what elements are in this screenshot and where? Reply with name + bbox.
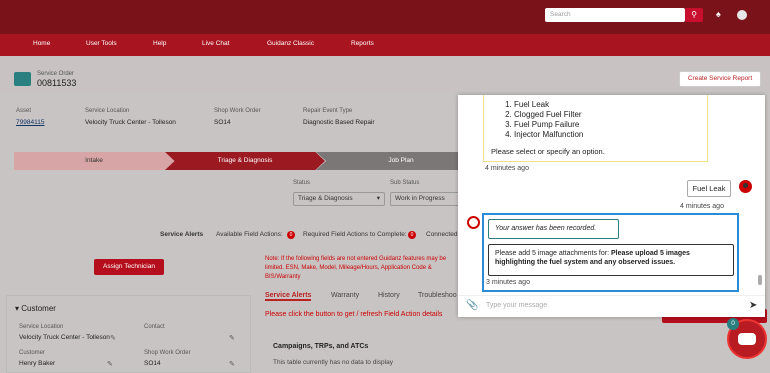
customer-value: Henry Baker bbox=[19, 360, 56, 367]
nav-user-tools[interactable]: User Tools bbox=[86, 40, 117, 47]
sub-status-select[interactable]: Work in Progress bbox=[390, 192, 460, 206]
search-input[interactable]: Search bbox=[545, 8, 685, 22]
nav-live-chat[interactable]: Live Chat bbox=[202, 40, 229, 47]
asset-link[interactable]: 79984115 bbox=[16, 119, 44, 126]
location-value: Velocity Truck Center - Tolleson bbox=[85, 119, 176, 126]
main-nav: Home User Tools Help Live Chat Guidanz C… bbox=[0, 34, 770, 56]
sub-status-label: Sub Status bbox=[390, 180, 420, 186]
options-prompt: Please select or specify an option. bbox=[491, 147, 605, 156]
cust-shop-value: SO14 bbox=[144, 360, 161, 367]
nav-help[interactable]: Help bbox=[153, 40, 166, 47]
chat-badge: 0 bbox=[727, 318, 739, 330]
customer-label: Customer bbox=[19, 350, 46, 356]
assign-technician-button[interactable]: Assign Technician bbox=[94, 259, 164, 275]
timestamp: 4 minutes ago bbox=[485, 165, 529, 172]
available-actions-label: Available Field Actions: bbox=[216, 231, 283, 238]
repair-type-value: Diagnostic Based Repair bbox=[303, 119, 375, 126]
tab-warranty[interactable]: Warranty bbox=[331, 292, 359, 299]
user-message: Fuel Leak bbox=[687, 180, 731, 197]
required-actions-badge: 0 bbox=[408, 231, 416, 239]
chat-window: Fuel Leak Clogged Fuel Filter Fuel Pump … bbox=[458, 95, 765, 317]
search-icon[interactable]: ⚲ bbox=[685, 8, 703, 22]
user-avatar-icon bbox=[739, 180, 752, 193]
create-service-report-button[interactable]: Create Service Report bbox=[679, 71, 761, 87]
status-panel: Status Triage & Diagnosis ▾ Sub Status Wo… bbox=[5, 172, 460, 214]
available-actions-badge: 0 bbox=[287, 231, 295, 239]
timestamp: 3 minutes ago bbox=[486, 279, 530, 286]
attach-text: Please add 5 image attachments for: bbox=[495, 250, 611, 257]
nav-guidanz-classic[interactable]: Guidanz Classic bbox=[267, 40, 314, 47]
location-label: Service Location bbox=[85, 108, 130, 114]
campaigns-empty: This table currently has no data to disp… bbox=[273, 359, 393, 366]
send-icon[interactable]: ➤ bbox=[749, 300, 757, 311]
required-actions-label: Required Field Actions to Complete: bbox=[303, 231, 407, 238]
chat-scrollbar[interactable] bbox=[758, 275, 762, 285]
warning-note: Note: If the following fields are not en… bbox=[265, 256, 447, 280]
chat-input-row: 📎 Type your message ➤ bbox=[458, 295, 765, 317]
bell-icon[interactable]: ♠ bbox=[716, 9, 726, 19]
status-select[interactable]: Triage & Diagnosis ▾ bbox=[293, 192, 385, 206]
edit-icon[interactable]: ✎ bbox=[110, 334, 116, 342]
asset-label: Asset bbox=[16, 108, 32, 114]
tab-history[interactable]: History bbox=[378, 292, 400, 299]
option-item[interactable]: Fuel Pump Failure bbox=[514, 120, 583, 130]
shop-order-value: SO14 bbox=[214, 119, 231, 126]
cust-shop-label: Shop Work Order bbox=[144, 350, 191, 356]
chevron-down-icon[interactable]: ▾ bbox=[15, 304, 19, 313]
option-item[interactable]: Injector Malfunction bbox=[514, 130, 583, 140]
contact-label: Contact bbox=[144, 324, 165, 330]
edit-icon[interactable]: ✎ bbox=[107, 360, 113, 368]
status-label: Status bbox=[293, 180, 311, 186]
robot-icon bbox=[738, 333, 756, 345]
repair-type-label: Repair Event Type bbox=[303, 108, 353, 114]
options-list: Fuel Leak Clogged Fuel Filter Fuel Pump … bbox=[514, 100, 583, 140]
field-action-hint: Please click the button to get / refresh… bbox=[265, 311, 443, 318]
service-order-label: Service Order bbox=[37, 71, 75, 77]
shop-order-label: Shop Work Order bbox=[214, 108, 261, 114]
sub-status-value: Work in Progress bbox=[395, 195, 445, 202]
nav-home[interactable]: Home bbox=[33, 40, 50, 47]
user-avatar-icon[interactable] bbox=[737, 10, 747, 20]
customer-title: ▾ Customer bbox=[15, 304, 56, 313]
customer-card: ▾ Customer Service Location Velocity Tru… bbox=[6, 295, 251, 373]
tab-troubleshooting[interactable]: Troubleshoo bbox=[418, 292, 457, 299]
status-value: Triage & Diagnosis bbox=[298, 195, 353, 202]
page-header bbox=[0, 56, 770, 93]
service-order-icon bbox=[14, 72, 31, 86]
bot-options-message: Fuel Leak Clogged Fuel Filter Fuel Pump … bbox=[483, 95, 708, 162]
nav-reports[interactable]: Reports bbox=[351, 40, 374, 47]
service-alerts-bar: Service Alerts Available Field Actions: … bbox=[5, 227, 460, 242]
chevron-down-icon: ▾ bbox=[376, 195, 380, 202]
edit-icon[interactable]: ✎ bbox=[229, 360, 235, 368]
customer-title-text: Customer bbox=[21, 304, 56, 313]
attachment-request-message: Please add 5 image attachments for: Plea… bbox=[488, 244, 734, 276]
cust-location-value: Velocity Truck Center - Tolleson bbox=[19, 334, 110, 341]
tab-service-alerts[interactable]: Service Alerts bbox=[265, 292, 312, 301]
stage-progress: Intake Triage & Diagnosis Job Plan bbox=[10, 152, 486, 170]
recorded-message: Your answer has been recorded. bbox=[488, 219, 619, 239]
campaigns-title: Campaigns, TRPs, and ATCs bbox=[273, 343, 369, 350]
paperclip-icon[interactable]: 📎 bbox=[466, 300, 478, 311]
connected-label: Connected bbox=[426, 231, 458, 238]
stage-triage[interactable]: Triage & Diagnosis bbox=[165, 152, 325, 170]
stage-intake[interactable]: Intake bbox=[14, 152, 174, 170]
top-bar: Search ⚲ ♠ bbox=[0, 0, 770, 34]
bot-avatar-icon bbox=[467, 216, 480, 229]
service-order-number: 00811533 bbox=[37, 78, 77, 88]
option-item[interactable]: Clogged Fuel Filter bbox=[514, 110, 583, 120]
chat-message-input[interactable]: Type your message bbox=[486, 302, 547, 309]
service-alerts-title: Service Alerts bbox=[160, 231, 204, 238]
cust-location-label: Service Location bbox=[19, 324, 64, 330]
option-item[interactable]: Fuel Leak bbox=[514, 100, 583, 110]
edit-icon[interactable]: ✎ bbox=[229, 334, 235, 342]
timestamp: 4 minutes ago bbox=[680, 203, 724, 210]
bot-message-group: Your answer has been recorded. Please ad… bbox=[482, 213, 739, 292]
